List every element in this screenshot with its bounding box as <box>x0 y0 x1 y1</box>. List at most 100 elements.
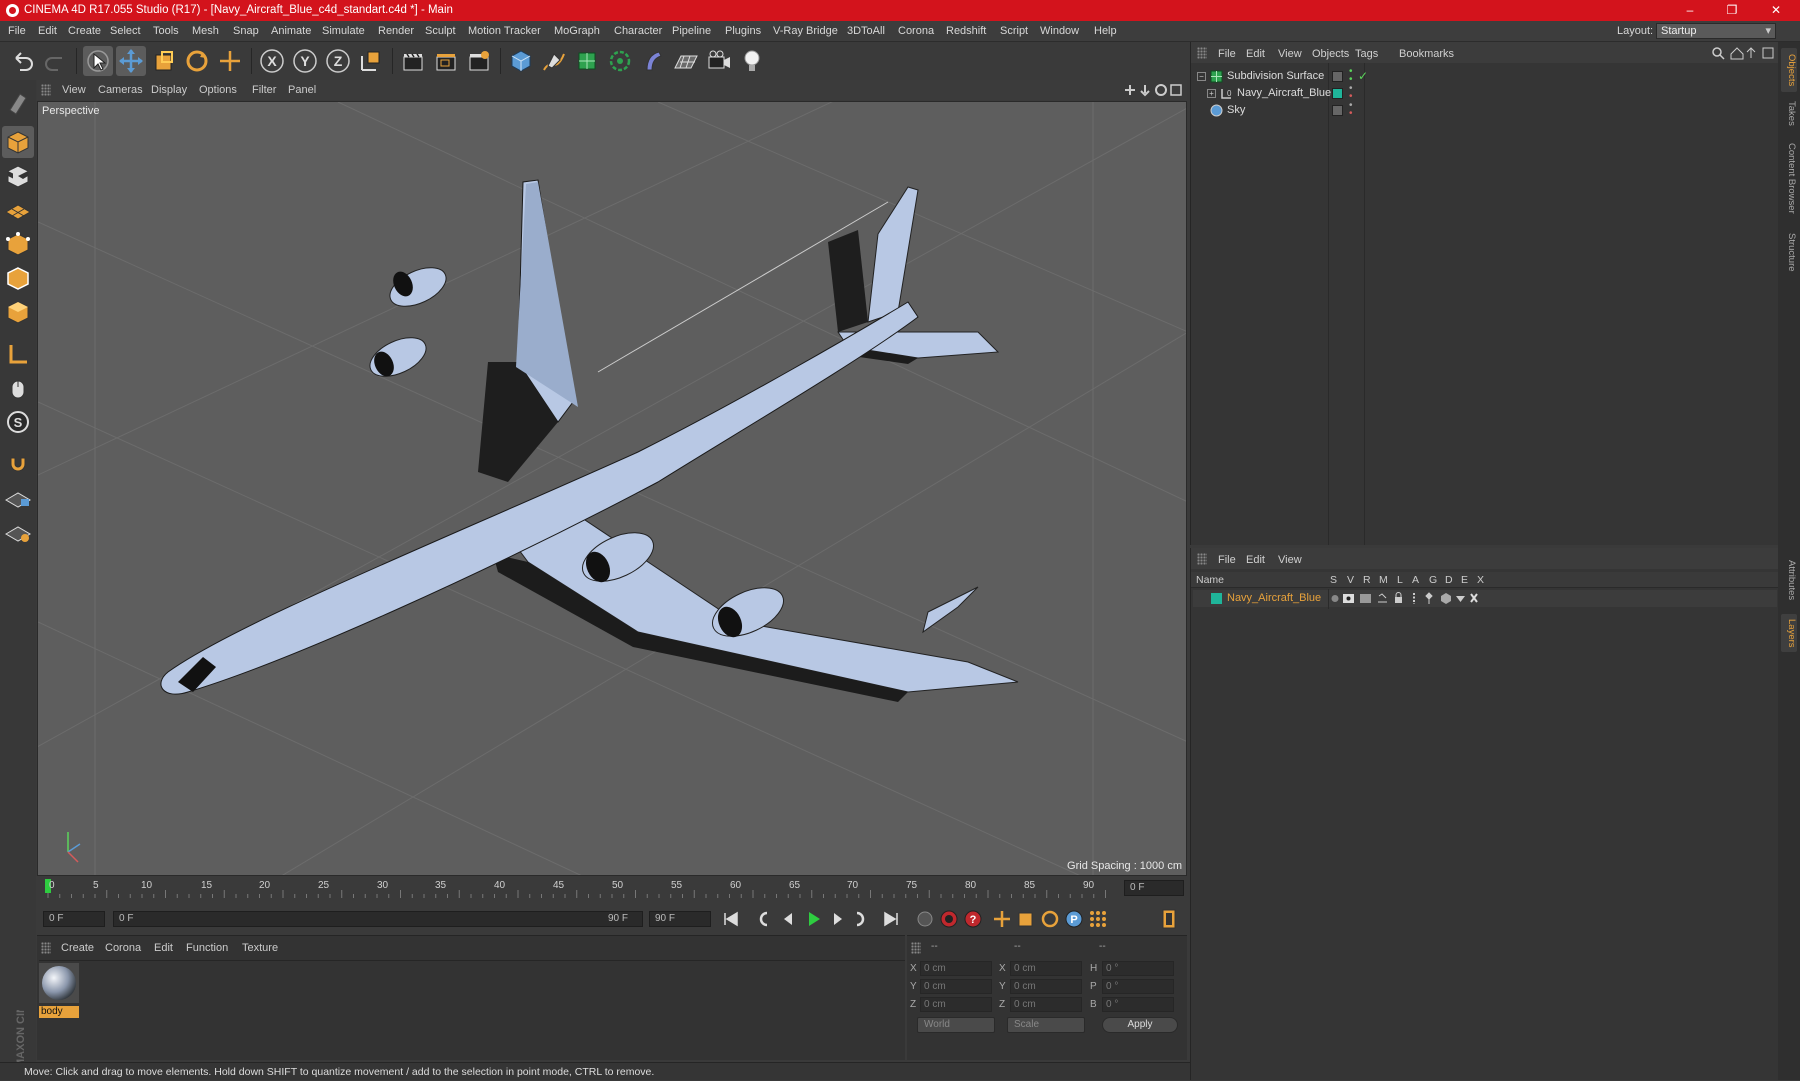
mat-menu-texture[interactable]: Texture <box>242 942 278 954</box>
size-x-field[interactable]: 0 cm <box>1010 961 1082 976</box>
layer-color-icon[interactable] <box>1332 88 1343 99</box>
visibility-dots-icon[interactable]: • • <box>1349 67 1353 85</box>
col-manager[interactable]: M <box>1379 574 1388 586</box>
obj-menu-view[interactable]: View <box>1278 48 1302 60</box>
transform-tool-button[interactable] <box>215 46 245 76</box>
coord-scale-select[interactable]: Scale <box>1007 1017 1085 1033</box>
enabled-check-icon[interactable]: ✓ <box>1358 68 1368 85</box>
add-cube-button[interactable] <box>506 46 536 76</box>
start-frame-field[interactable]: 0 F <box>43 911 105 927</box>
mat-menu-edit[interactable]: Edit <box>154 942 173 954</box>
col-solo[interactable]: S <box>1330 574 1337 586</box>
col-view[interactable]: V <box>1347 574 1354 586</box>
col-expressions[interactable]: E <box>1461 574 1468 586</box>
col-generators[interactable]: G <box>1429 574 1437 586</box>
vp-menu-view[interactable]: View <box>62 84 86 96</box>
menu-mesh[interactable]: Mesh <box>192 25 219 37</box>
key-scale-button[interactable] <box>1014 908 1038 930</box>
visibility-dots-icon[interactable]: • • <box>1349 84 1353 102</box>
maximize-button[interactable]: ❐ <box>1712 0 1752 21</box>
col-locked[interactable]: L <box>1397 574 1403 586</box>
go-to-start-button[interactable] <box>719 908 743 930</box>
timeline-window-button[interactable] <box>1157 908 1181 930</box>
object-row-subdivision-surface[interactable]: − Subdivision Surface • • ✓ <box>1193 67 1777 85</box>
menu-snap[interactable]: Snap <box>233 25 259 37</box>
axis-z-lock-button[interactable]: Z <box>323 46 353 76</box>
add-light-button[interactable] <box>737 46 767 76</box>
add-camera-button[interactable] <box>704 46 734 76</box>
model-mode-button[interactable] <box>2 126 34 158</box>
snap-toggle-button[interactable]: S <box>2 406 34 438</box>
tab-objects[interactable]: Objects <box>1781 48 1797 92</box>
menu-help[interactable]: Help <box>1094 25 1117 37</box>
rot-b-field[interactable]: 0 ° <box>1102 997 1174 1012</box>
menu-vray-bridge[interactable]: V-Ray Bridge <box>773 25 838 37</box>
coordinate-system-button[interactable] <box>356 46 386 76</box>
layer-row[interactable]: Navy_Aircraft_Blue <box>1193 590 1777 607</box>
pos-y-field[interactable]: 0 cm <box>920 979 992 994</box>
undo-button[interactable] <box>8 46 38 76</box>
mat-menu-corona[interactable]: Corona <box>105 942 141 954</box>
previous-key-button[interactable] <box>751 908 775 930</box>
apply-button[interactable]: Apply <box>1102 1017 1178 1033</box>
layout-select[interactable]: Startup <box>1656 23 1776 39</box>
object-row-navy-aircraft-blue[interactable]: + 0 Navy_Aircraft_Blue • • <box>1193 84 1777 102</box>
grid-lock-button[interactable] <box>2 482 34 514</box>
menu-plugins[interactable]: Plugins <box>725 25 761 37</box>
tab-structure[interactable]: Structure <box>1781 228 1797 276</box>
layer-menu-edit[interactable]: Edit <box>1246 554 1265 566</box>
axis-y-lock-button[interactable]: Y <box>290 46 320 76</box>
layer-color-swatch[interactable] <box>1211 593 1222 604</box>
play-button[interactable] <box>801 908 825 930</box>
obj-menu-edit[interactable]: Edit <box>1246 48 1265 60</box>
menu-file[interactable]: File <box>8 25 26 37</box>
next-key-button[interactable] <box>849 908 873 930</box>
add-deformer-button[interactable] <box>638 46 668 76</box>
viewport-nav-icons[interactable] <box>1123 83 1183 97</box>
magnet-tool-button[interactable] <box>2 448 34 480</box>
layer-name[interactable]: Navy_Aircraft_Blue <box>1227 590 1321 607</box>
key-parameter-button[interactable]: P <box>1062 908 1086 930</box>
key-position-button[interactable] <box>990 908 1014 930</box>
menu-create[interactable]: Create <box>68 25 101 37</box>
coord-space-select[interactable]: World <box>917 1017 995 1033</box>
end-frame-field[interactable]: 90 F <box>649 911 711 927</box>
menu-render[interactable]: Render <box>378 25 414 37</box>
autokey-button[interactable] <box>937 908 961 930</box>
move-tool-button[interactable] <box>116 46 146 76</box>
menu-3dtoall[interactable]: 3DToAll <box>847 25 885 37</box>
vp-menu-cameras[interactable]: Cameras <box>98 84 143 96</box>
add-array-button[interactable] <box>605 46 635 76</box>
render-region-button[interactable] <box>431 46 461 76</box>
size-y-field[interactable]: 0 cm <box>1010 979 1082 994</box>
menu-pipeline[interactable]: Pipeline <box>672 25 711 37</box>
mat-menu-function[interactable]: Function <box>186 942 228 954</box>
menu-redshift[interactable]: Redshift <box>946 25 986 37</box>
make-editable-button[interactable] <box>2 86 34 118</box>
menu-motion-tracker[interactable]: Motion Tracker <box>468 25 541 37</box>
object-row-sky[interactable]: Sky • • <box>1193 101 1777 119</box>
size-z-field[interactable]: 0 cm <box>1010 997 1082 1012</box>
layer-menu-view[interactable]: View <box>1278 554 1302 566</box>
key-rotation-button[interactable] <box>1038 908 1062 930</box>
menu-sculpt[interactable]: Sculpt <box>425 25 456 37</box>
layer-toggle-icons[interactable] <box>1329 592 1499 605</box>
add-environment-button[interactable] <box>671 46 701 76</box>
perspective-viewport[interactable]: Perspective Grid Spacing : 1000 cm <box>37 101 1187 876</box>
menu-mograph[interactable]: MoGraph <box>554 25 600 37</box>
polygons-mode-button[interactable] <box>2 296 34 328</box>
rotate-tool-button[interactable] <box>182 46 212 76</box>
col-animation[interactable]: A <box>1412 574 1419 586</box>
menu-simulate[interactable]: Simulate <box>322 25 365 37</box>
obj-menu-bookmarks[interactable]: Bookmarks <box>1399 48 1454 60</box>
col-render[interactable]: R <box>1363 574 1371 586</box>
mat-menu-create[interactable]: Create <box>61 942 94 954</box>
workplane-mode-button[interactable] <box>2 194 34 226</box>
col-name[interactable]: Name <box>1196 574 1224 586</box>
vp-menu-options[interactable]: Options <box>199 84 237 96</box>
tab-content-browser[interactable]: Content Browser <box>1781 136 1797 220</box>
render-to-picture-viewer-button[interactable] <box>464 46 494 76</box>
pos-z-field[interactable]: 0 cm <box>920 997 992 1012</box>
menu-script[interactable]: Script <box>1000 25 1028 37</box>
layer-tag-icon[interactable] <box>1332 71 1343 82</box>
